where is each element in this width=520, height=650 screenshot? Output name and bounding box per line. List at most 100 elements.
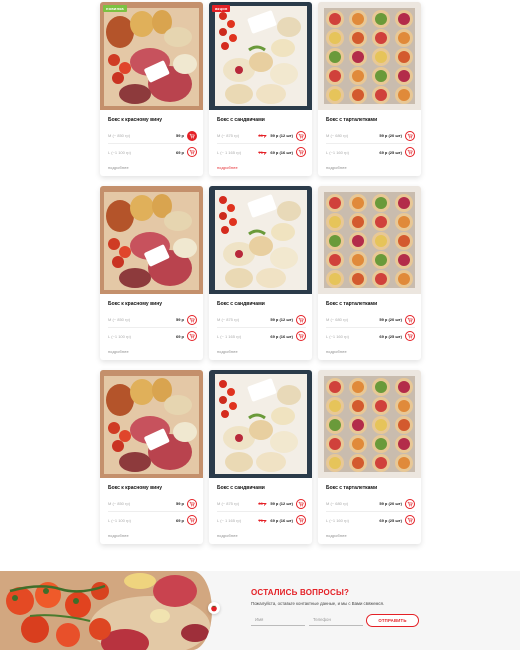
variant-weight: M (~ 680 гр)	[326, 133, 349, 138]
variant-weight: M (~ 850 гр)	[108, 133, 131, 138]
variant-row: M (~ 850 гр) 59 р	[108, 496, 197, 512]
add-to-cart-button[interactable]	[296, 498, 306, 509]
product-photo[interactable]: новинка	[100, 2, 203, 110]
details-link[interactable]: подробнее	[326, 166, 421, 170]
product-photo[interactable]: акция	[209, 2, 312, 110]
details-link[interactable]: подробнее	[326, 350, 421, 354]
cart-icon	[189, 317, 195, 323]
phone-field[interactable]: Телефон	[309, 614, 363, 626]
product-title[interactable]: Бокс к красному вину	[108, 117, 203, 123]
variant-row: L (~1 100 гр) 69 р	[108, 512, 197, 528]
variant-row: L (~1 100 гр) 69 р	[108, 328, 197, 344]
variant-weight: L (~ 1 165 гр)	[217, 149, 242, 155]
variant-weight: L (~1 160 гр)	[326, 333, 349, 339]
variant-row: M (~ 875 гр) 69 р 59 р (12 шт)	[217, 128, 306, 144]
variant-row: L (~1 100 гр) 69 р	[108, 144, 197, 160]
add-to-cart-button[interactable]	[296, 515, 306, 525]
cart-icon	[298, 333, 304, 339]
contact-title: ОСТАЛИСЬ ВОПРОСЫ?	[251, 588, 350, 597]
product-title[interactable]: Бокс с тарталетками	[326, 301, 421, 307]
add-to-cart-button[interactable]	[296, 331, 306, 341]
product-photo[interactable]	[318, 2, 421, 110]
product-card[interactable]: Бокс с тарталетками M (~ 680 гр) 59 р (20…	[318, 2, 421, 176]
price: 69 р (25 шт)	[379, 517, 402, 523]
product-title[interactable]: Бокс к красному вину	[108, 301, 203, 307]
add-to-cart-button[interactable]	[405, 515, 415, 525]
variant-row: L (~ 1 165 гр) 79 р 69 р (16 шт)	[217, 144, 306, 160]
add-to-cart-button[interactable]	[187, 498, 197, 509]
variant-row: L (~ 1 165 гр) 69 р (16 шт)	[217, 328, 306, 344]
add-to-cart-button[interactable]	[187, 314, 197, 325]
add-to-cart-button[interactable]	[405, 314, 415, 325]
product-photo[interactable]	[318, 186, 421, 294]
product-title[interactable]: Бокс с сандвичами	[217, 117, 312, 123]
variant-weight: M (~ 680 гр)	[326, 501, 349, 506]
product-card[interactable]: Бокс с сандвичами M (~ 875 гр) 59 р (12 ш…	[209, 186, 312, 360]
product-card[interactable]: Бокс с тарталетками M (~ 680 гр) 59 р (20…	[318, 186, 421, 360]
add-to-cart-button[interactable]	[405, 130, 415, 141]
product-badge: новинка	[103, 5, 127, 12]
variant-weight: L (~1 160 гр)	[326, 149, 349, 155]
price: 69 р (25 шт)	[379, 333, 402, 339]
details-link[interactable]: подробнее	[326, 534, 421, 538]
cart-icon	[189, 333, 195, 339]
variant-weight: M (~ 875 гр)	[217, 317, 240, 322]
submit-button[interactable]: ОТПРАВИТЬ	[366, 614, 419, 627]
product-title[interactable]: Бокс с тарталетками	[326, 117, 421, 123]
contact-subtitle: Пожалуйста, оставьте контактные данные, …	[251, 601, 385, 606]
add-to-cart-button[interactable]	[187, 130, 197, 141]
cart-icon	[189, 517, 195, 523]
add-to-cart-button[interactable]	[187, 515, 197, 525]
variant-weight: L (~ 1 165 гр)	[217, 517, 242, 523]
product-card[interactable]: Бокс к красному вину M (~ 850 гр) 59 р L …	[100, 186, 203, 360]
add-to-cart-button[interactable]	[296, 130, 306, 141]
product-title[interactable]: Бокс с сандвичами	[217, 485, 312, 491]
add-to-cart-button[interactable]	[187, 331, 197, 341]
details-link[interactable]: подробнее	[217, 166, 312, 170]
product-title[interactable]: Бокс к красному вину	[108, 485, 203, 491]
charcuterie-photo	[0, 571, 212, 650]
details-link[interactable]: подробнее	[217, 350, 312, 354]
variant-weight: L (~1 100 гр)	[108, 333, 131, 339]
product-card[interactable]: Бокс с тарталетками M (~ 680 гр) 59 р (20…	[318, 370, 421, 544]
variant-weight: M (~ 875 гр)	[217, 133, 240, 138]
cart-icon	[189, 149, 195, 155]
price: 59 р	[175, 501, 184, 506]
product-title[interactable]: Бокс с тарталетками	[326, 485, 421, 491]
product-photo[interactable]	[209, 370, 312, 478]
product-card[interactable]: Бокс к красному вину M (~ 850 гр) 59 р L …	[100, 370, 203, 544]
product-card[interactable]: новинка Бокс к красному вину M (~ 850 гр)…	[100, 2, 203, 176]
variant-weight: M (~ 850 гр)	[108, 501, 131, 506]
add-to-cart-button[interactable]	[405, 498, 415, 509]
variant-weight: M (~ 875 гр)	[217, 501, 240, 506]
details-link[interactable]: подробнее	[108, 534, 203, 538]
product-card[interactable]: акция Бокс с сандвичами M (~ 875 гр) 69 р5…	[209, 2, 312, 176]
product-photo[interactable]	[318, 370, 421, 478]
name-field[interactable]: Имя	[251, 614, 305, 626]
add-to-cart-button[interactable]	[187, 147, 197, 157]
add-to-cart-button[interactable]	[405, 147, 415, 157]
details-link[interactable]: подробнее	[217, 534, 312, 538]
add-to-cart-button[interactable]	[296, 147, 306, 157]
price: 69 р (16 шт)	[270, 149, 293, 155]
old-price: 79 р	[258, 149, 267, 155]
add-to-cart-button[interactable]	[296, 314, 306, 325]
product-grid: новинка Бокс к красному вину M (~ 850 гр)…	[100, 2, 421, 544]
variant-row: M (~ 680 гр) 59 р (20 шт)	[326, 496, 415, 512]
add-to-cart-button[interactable]	[405, 331, 415, 341]
details-link[interactable]: подробнее	[108, 350, 203, 354]
variant-weight: M (~ 680 гр)	[326, 317, 349, 322]
variant-row: M (~ 875 гр) 69 р 59 р (12 шт)	[217, 496, 306, 512]
variant-row: L (~1 160 гр) 69 р (25 шт)	[326, 512, 415, 528]
product-card[interactable]: Бокс с сандвичами M (~ 875 гр) 69 р 59 р (…	[209, 370, 312, 544]
product-photo[interactable]	[100, 186, 203, 294]
details-link[interactable]: подробнее	[108, 166, 203, 170]
cart-icon	[298, 517, 304, 523]
cart-icon	[407, 149, 413, 155]
old-price: 79 р	[258, 517, 267, 523]
product-title[interactable]: Бокс с сандвичами	[217, 301, 312, 307]
variant-row: M (~ 875 гр) 59 р (12 шт)	[217, 312, 306, 328]
product-photo[interactable]	[209, 186, 312, 294]
product-photo[interactable]	[100, 370, 203, 478]
variant-row: L (~ 1 165 гр) 79 р 69 р (16 шт)	[217, 512, 306, 528]
